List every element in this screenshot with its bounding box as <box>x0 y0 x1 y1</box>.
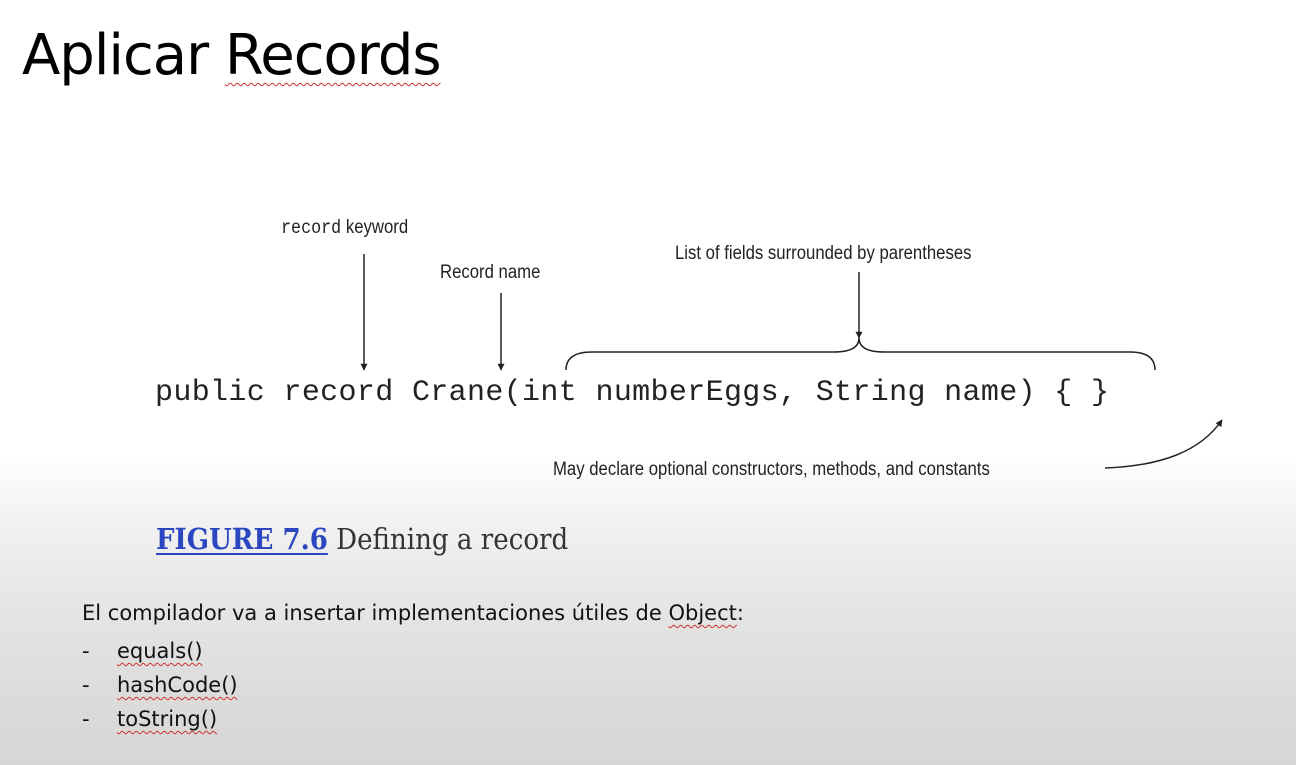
notes-intro: El compilador va a insertar implementaci… <box>82 598 744 628</box>
figure-caption-text: Defining a record <box>327 522 569 556</box>
figure-caption-label[interactable]: FIGURE 7.6 <box>156 522 328 556</box>
list-item: - hashCode() <box>82 668 744 702</box>
record-code-line: public record Crane(int numberEggs, Stri… <box>155 376 1110 410</box>
figure-caption: FIGURE 7.6 Defining a record <box>156 522 568 556</box>
list-item: - toString() <box>82 702 744 736</box>
list-item: - equals() <box>82 634 744 668</box>
annotation-arrows <box>360 254 1223 469</box>
notes-intro-before: El compilador va a insertar implementaci… <box>82 601 669 625</box>
notes-intro-after: : <box>736 601 744 625</box>
list-dash: - <box>82 639 90 663</box>
list-item-label: toString() <box>117 707 218 731</box>
record-figure: record keyword Record name List of field… <box>0 0 1296 520</box>
method-list: - equals() - hashCode() - toString() <box>82 634 744 736</box>
arrow-optional-members <box>1104 419 1223 469</box>
list-dash: - <box>82 673 90 697</box>
list-dash: - <box>82 707 90 731</box>
list-item-label: equals() <box>117 639 203 663</box>
notes-block: El compilador va a insertar implementaci… <box>82 598 744 736</box>
fields-brace-icon <box>565 337 1156 371</box>
list-item-label: hashCode() <box>117 673 238 697</box>
notes-intro-word: Object <box>668 601 737 625</box>
